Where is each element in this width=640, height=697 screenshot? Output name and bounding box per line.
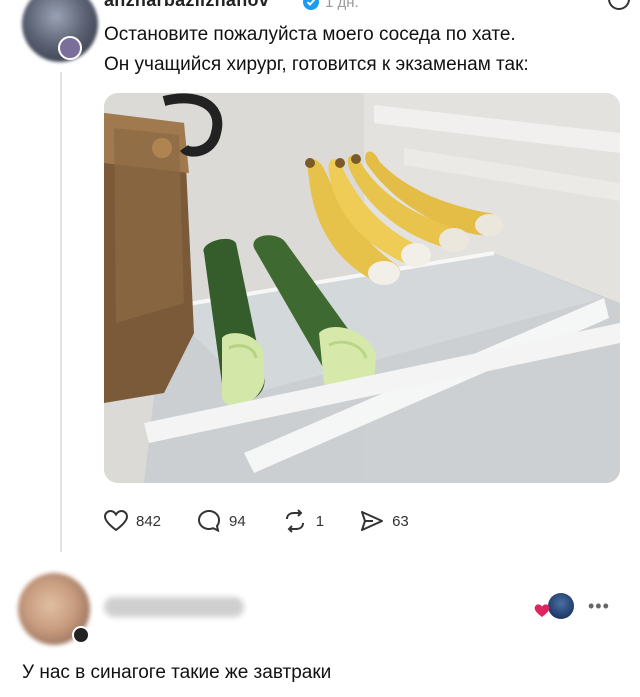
comment-icon	[198, 509, 221, 533]
like-button[interactable]: 842	[104, 510, 161, 532]
share-count: 63	[392, 512, 409, 530]
post-text-line: Остановите пожалуйста моего соседа по ха…	[104, 24, 516, 45]
fridge-photo-illustration	[104, 93, 620, 483]
post-actions: 842 94 1 63	[104, 506, 445, 536]
liked-heart-icon	[534, 604, 550, 617]
heart-icon	[104, 510, 128, 532]
repost-count: 1	[315, 512, 325, 530]
author-avatar-badge	[58, 36, 82, 60]
post-photo[interactable]	[104, 93, 620, 483]
share-button[interactable]: 63	[360, 510, 409, 532]
reply-author-username-blurred[interactable]	[104, 597, 244, 617]
verified-icon	[303, 0, 319, 10]
post-text: Остановите пожалуйста моего соседа по ха…	[104, 20, 624, 80]
thread-connector-line	[60, 72, 62, 552]
repost-button[interactable]: 1	[282, 509, 324, 533]
like-count: 842	[136, 512, 162, 530]
more-options-icon[interactable]: •••	[588, 596, 610, 617]
post-text-line: Он учащийся хирург, готовится к экзамена…	[104, 54, 529, 75]
reply-text: У нас в синагоге такие же завтраки	[22, 662, 332, 683]
author-liked-indicator	[534, 593, 576, 619]
comment-count: 94	[229, 512, 246, 530]
reply-avatar-badge	[72, 626, 90, 644]
send-icon	[361, 511, 384, 531]
comment-button[interactable]: 94	[197, 509, 246, 533]
post-time: 1 дн.	[325, 0, 359, 11]
author-small-avatar	[548, 593, 574, 619]
options-icon[interactable]	[608, 0, 630, 10]
repost-icon	[285, 509, 304, 533]
author-username[interactable]: anzharbazilzhanov	[104, 0, 269, 11]
